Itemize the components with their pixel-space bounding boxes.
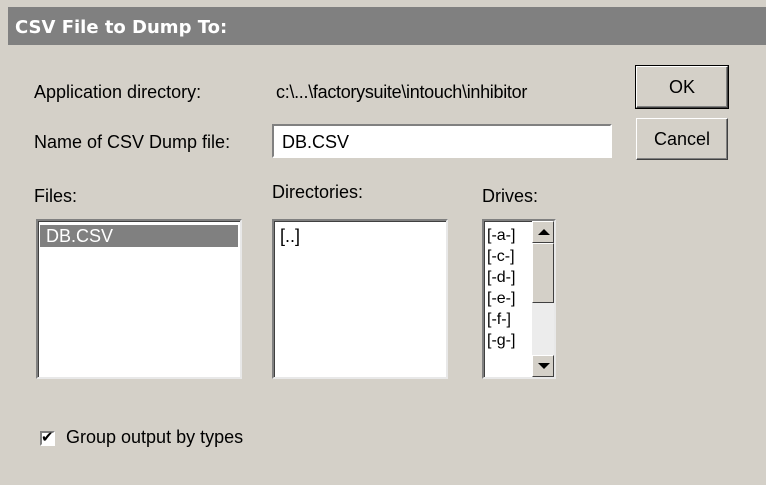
files-list[interactable]: DB.CSV (36, 219, 242, 379)
app-dir-label: Application directory: (34, 82, 202, 102)
drive-item-f[interactable]: [-f-] (484, 309, 528, 330)
drive-item-g[interactable]: [-g-] (484, 330, 528, 351)
directories-label: Directories: (272, 182, 364, 202)
arrow-down-icon (538, 363, 550, 369)
title-bar[interactable]: CSV File to Dump To: (8, 7, 766, 45)
dump-file-input[interactable]: DB.CSV (272, 124, 612, 158)
scroll-down-button[interactable] (532, 355, 554, 377)
directories-list[interactable]: [..] (272, 219, 448, 379)
app-dir-value: c:\...\factorysuite\intouch\inhibitor (276, 82, 528, 102)
dialog-body: Application directory: c:\...\factorysui… (8, 45, 766, 485)
dump-file-label: Name of CSV Dump file: (34, 132, 231, 152)
drive-item-a[interactable]: [-a-] (484, 225, 528, 246)
drive-item-c[interactable]: [-c-] (484, 246, 528, 267)
drive-item-d[interactable]: [-d-] (484, 267, 528, 288)
directory-item-parent[interactable]: [..] (274, 225, 446, 247)
group-output-checkbox[interactable]: ✔ (40, 428, 55, 446)
drive-item-e[interactable]: [-e-] (484, 288, 528, 309)
drives-list[interactable]: [-a-] [-c-] [-d-] [-e-] [-f-] [-g-] (482, 219, 556, 379)
drives-items: [-a-] [-c-] [-d-] [-e-] [-f-] [-g-] (484, 221, 528, 377)
ok-button[interactable]: OK (635, 65, 729, 109)
files-label: Files: (34, 186, 78, 206)
scroll-up-button[interactable] (532, 221, 554, 243)
drives-label: Drives: (482, 186, 539, 206)
csv-dump-dialog: CSV File to Dump To: Application directo… (0, 0, 766, 485)
dump-file-input-value: DB.CSV (282, 132, 350, 152)
drives-scrollbar[interactable] (532, 221, 554, 377)
scroll-thumb[interactable] (532, 243, 554, 303)
cancel-button[interactable]: Cancel (636, 118, 728, 160)
group-output-label[interactable]: Group output by types (66, 427, 243, 448)
dialog-title: CSV File to Dump To: (15, 17, 228, 38)
checkmark-icon: ✔ (41, 428, 54, 446)
arrow-up-icon (538, 229, 550, 235)
file-item-db-csv[interactable]: DB.CSV (40, 225, 238, 247)
